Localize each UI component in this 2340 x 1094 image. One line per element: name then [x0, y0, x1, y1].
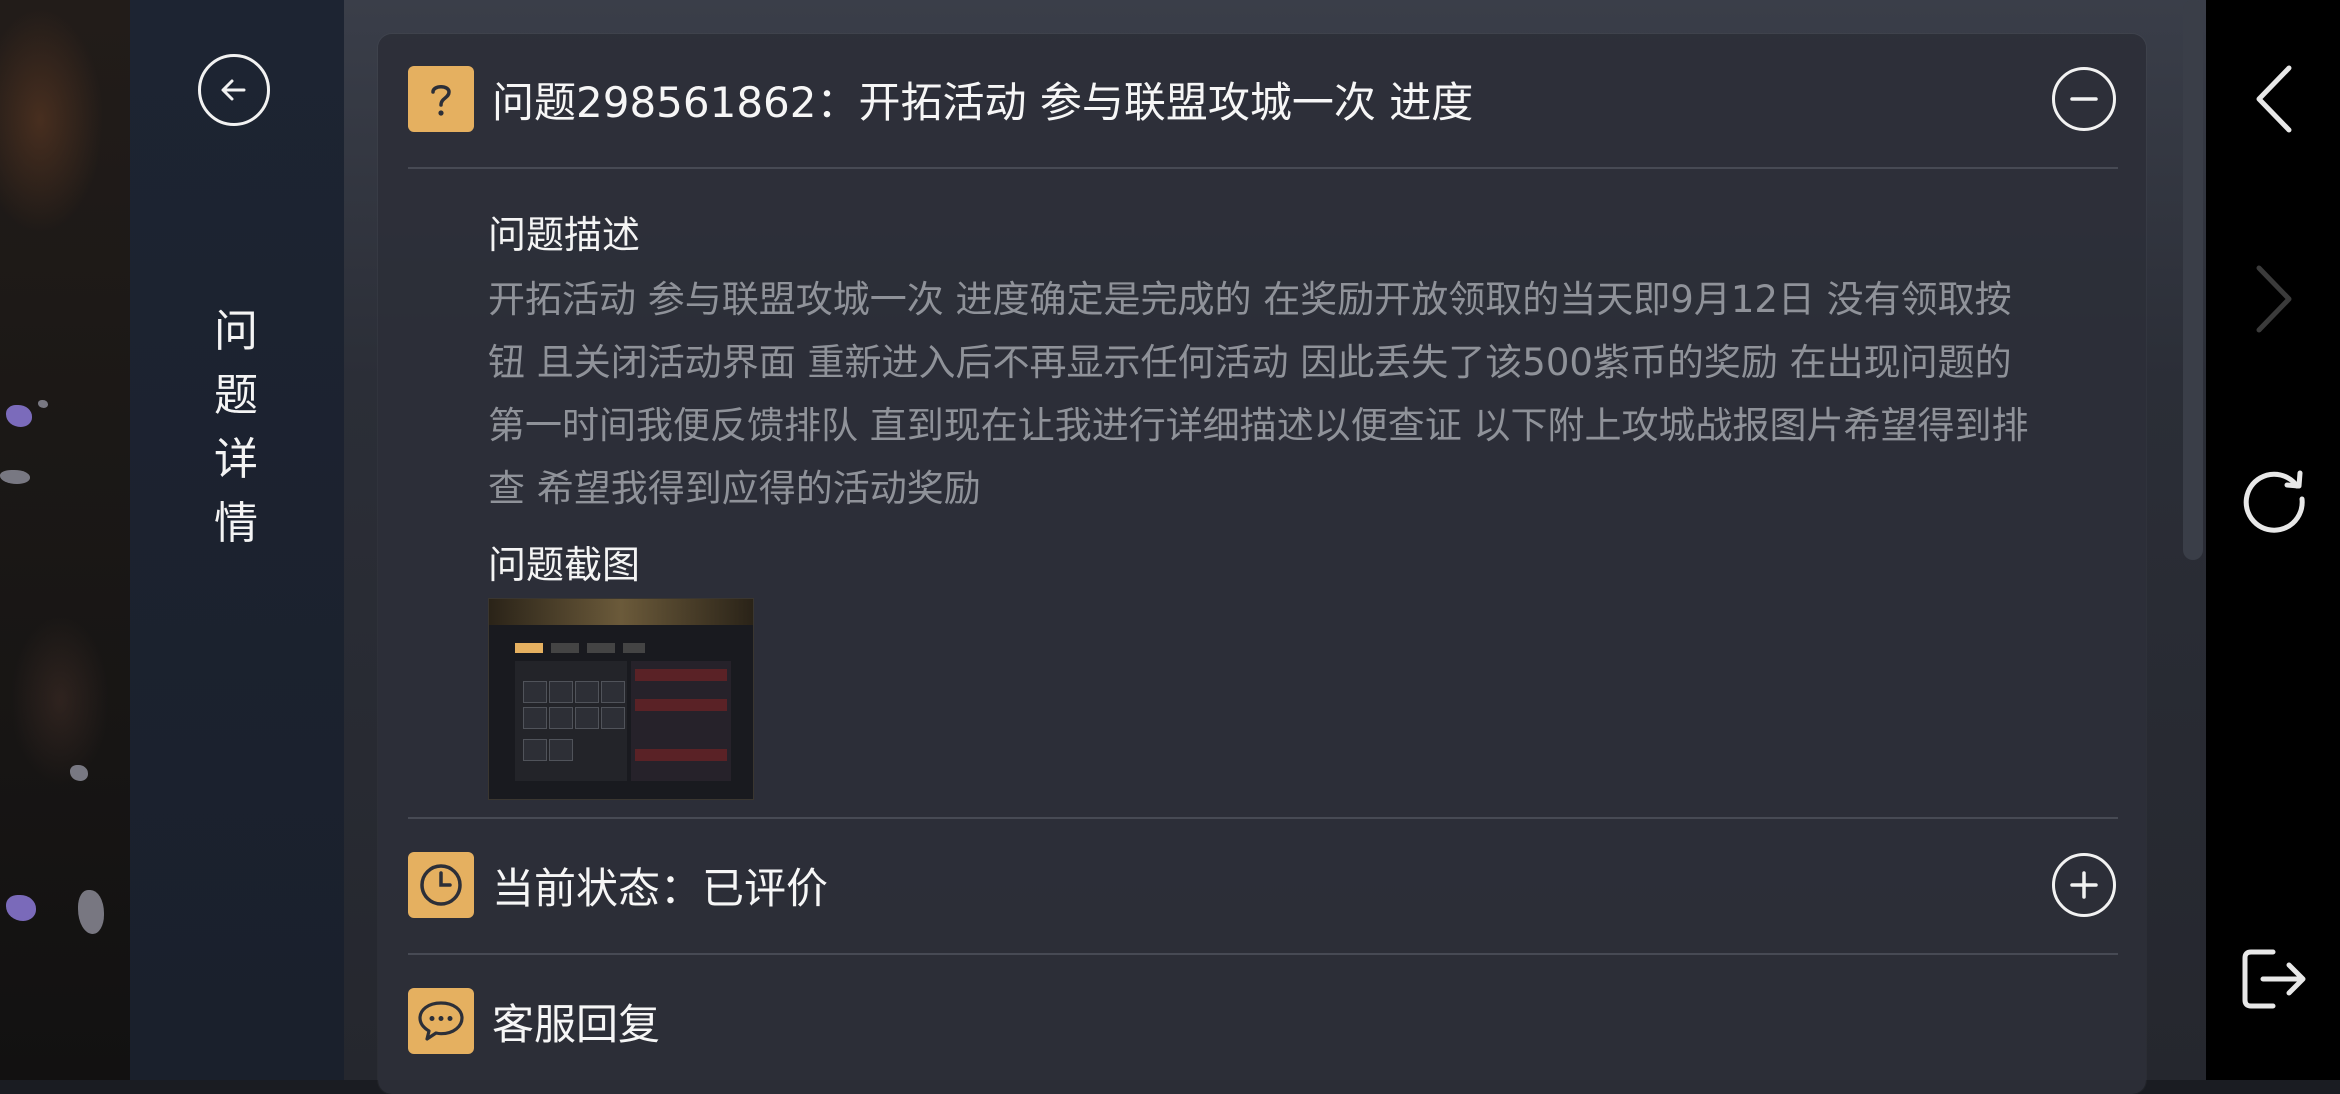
thumbnail-row [635, 699, 727, 711]
thumbnail-cell [523, 739, 547, 761]
chevron-right-icon [2256, 265, 2292, 333]
minus-circle-icon [2070, 97, 2098, 101]
divider [408, 817, 2118, 819]
asteroid [0, 470, 30, 484]
status-header[interactable]: 当前状态：已评价 [408, 836, 2116, 934]
issue-title: 问题298561862：开拓活动 参与联盟攻城一次 进度 [492, 77, 1474, 127]
thumbnail-cell [601, 707, 625, 729]
thumbnail-cell [523, 707, 547, 729]
exit-icon [2242, 949, 2306, 1009]
divider [408, 167, 2118, 169]
system-bar [2206, 0, 2340, 1080]
chevron-left-icon [2256, 65, 2292, 133]
plus-circle-icon [2070, 871, 2098, 899]
browser-forward-button[interactable] [2239, 264, 2309, 334]
clock-icon [408, 852, 474, 918]
asteroid [70, 765, 88, 781]
expand-status-button[interactable] [2052, 853, 2116, 917]
scrollbar[interactable] [2183, 0, 2203, 560]
side-nav: 问题详情 [130, 0, 344, 1080]
asteroid [6, 895, 36, 921]
asteroid [38, 400, 48, 408]
space-background [0, 0, 130, 1080]
thumbnail-cell [549, 707, 573, 729]
thumbnail-cell [549, 739, 573, 761]
divider [408, 953, 2118, 955]
thumbnail-cell [601, 681, 625, 703]
thumbnail-cell [575, 681, 599, 703]
issue-screenshot-thumbnail[interactable] [488, 598, 754, 800]
collapse-button[interactable] [2052, 67, 2116, 131]
thumbnail-cell [549, 681, 573, 703]
asteroid [78, 890, 104, 934]
reply-title: 客服回复 [492, 999, 661, 1049]
page-title: 问题详情 [214, 306, 260, 549]
thumbnail-tab [623, 643, 645, 653]
thumbnail-row [635, 749, 727, 761]
exit-button[interactable] [2239, 944, 2309, 1014]
description-label: 问题描述 [488, 213, 641, 257]
chat-bubble-icon [408, 988, 474, 1054]
issue-header[interactable]: 问题298561862：开拓活动 参与联盟攻城一次 进度 [408, 50, 2116, 148]
thumbnail-tab [587, 643, 615, 653]
thumbnail-tab [551, 643, 579, 653]
description-text: 开拓活动 参与联盟攻城一次 进度确定是完成的 在奖励开放领取的当天即9月12日 … [488, 278, 2029, 510]
refresh-button[interactable] [2239, 464, 2309, 534]
thumbnail-row [635, 669, 727, 681]
status-title: 当前状态：已评价 [492, 863, 829, 913]
thumbnail-cell [523, 681, 547, 703]
refresh-icon [2243, 470, 2305, 533]
browser-back-button[interactable] [2239, 64, 2309, 134]
back-arrow-circle-icon [221, 79, 246, 101]
thumbnail-tab [515, 643, 543, 653]
thumbnail-cell [575, 707, 599, 729]
screenshot-label: 问题截图 [488, 543, 641, 587]
question-icon [408, 66, 474, 132]
asteroid [6, 405, 32, 427]
issue-card [378, 34, 2146, 1094]
reply-header[interactable]: 客服回复 [408, 972, 2116, 1070]
thumbnail-topbar [489, 599, 753, 625]
back-button[interactable] [198, 54, 270, 126]
